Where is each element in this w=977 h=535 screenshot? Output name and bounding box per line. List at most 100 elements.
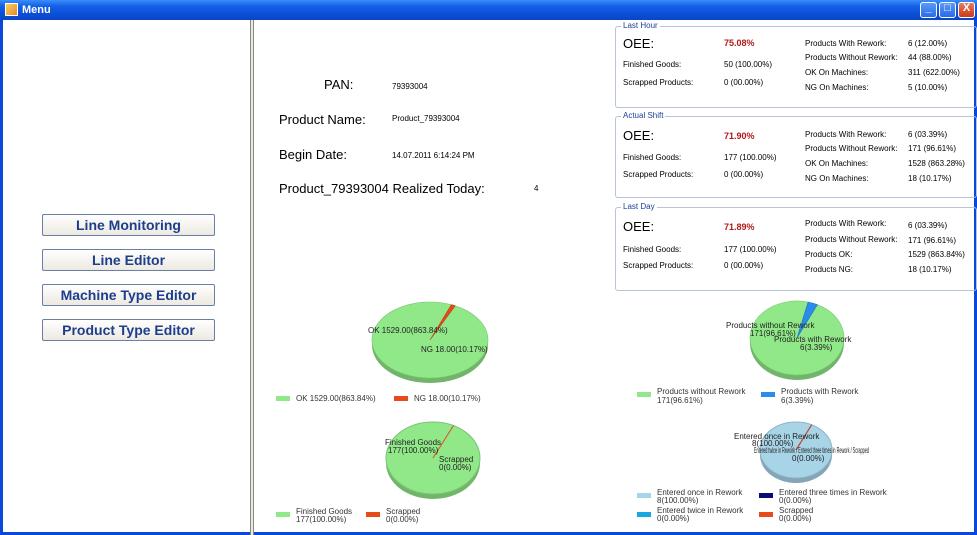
app-icon (5, 3, 18, 16)
legend-swatch-entered-once (637, 493, 651, 498)
with-rework-slice-label-value: 6(3.39%) (800, 343, 833, 352)
close-button[interactable]: X (958, 2, 975, 18)
legend-swatch-entered-scrapped (759, 512, 773, 517)
products-with-rework-label: Products With Rework: (805, 130, 887, 139)
realized-today-label: Product_79393004 Realized Today: (279, 181, 485, 196)
products-with-rework-value: 6 (03.39%) (908, 221, 948, 230)
line-monitoring-button[interactable]: Line Monitoring (42, 214, 215, 236)
products-without-rework-value: 44 (88.00%) (908, 53, 952, 62)
minimize-button[interactable]: _ (920, 2, 937, 18)
finished-goods-label: Finished Goods: (623, 153, 682, 162)
products-without-rework-label: Products Without Rework: (805, 235, 898, 244)
product-name-label: Product Name: (279, 112, 366, 127)
product-type-editor-button[interactable]: Product Type Editor (42, 319, 215, 341)
rework-pie-chart: Products without Rework 171(96.61%) Prod… (726, 300, 852, 380)
realized-today-value: 4 (534, 184, 539, 193)
scrapped-products-label: Scrapped Products: (623, 261, 694, 270)
products-without-rework-value: 171 (96.61%) (908, 144, 957, 153)
ok-on-machines-value: 1528 (863.28%) (908, 159, 965, 168)
products-with-rework-label: Products With Rework: (805, 219, 887, 228)
products-ng-label: Products NG: (805, 265, 854, 274)
finished-goods-value: 177 (100.00%) (724, 245, 777, 254)
legend-scrapped-value: 0(0.00%) (386, 515, 419, 524)
legend-entered-three-value: 0(0.00%) (779, 496, 812, 505)
oee-value: 71.89% (724, 222, 755, 232)
legend-without-rework-name: Products without Rework (657, 387, 746, 396)
oee-label: OEE: (623, 219, 655, 234)
maximize-button[interactable]: □ (939, 2, 956, 18)
legend-with-rework-value: 6(3.39%) (781, 396, 814, 405)
ng-on-machines-value: 18 (10.17%) (908, 174, 952, 183)
products-with-rework-value: 6 (03.39%) (908, 130, 948, 139)
legend-swatch-entered-twice (637, 512, 651, 517)
ng-on-machines-value: 5 (10.00%) (908, 83, 948, 92)
ok-on-machines-label: OK On Machines: (805, 159, 869, 168)
legend-swatch-with-rework (761, 392, 775, 397)
splitter[interactable] (250, 20, 254, 535)
legend-entered-once-value: 8(100.00%) (657, 496, 699, 505)
scrapped-products-label: Scrapped Products: (623, 170, 694, 179)
oee-value: 71.90% (724, 131, 755, 141)
pan-value: 79393004 (392, 82, 428, 91)
finished-goods-value: 177 (100.00%) (724, 153, 777, 162)
products-ng-value: 18 (10.17%) (908, 265, 952, 274)
products-with-rework-value: 6 (12.00%) (908, 39, 948, 48)
products-without-rework-label: Products Without Rework: (805, 53, 898, 62)
scrapped-products-value: 0 (00.00%) (724, 78, 764, 87)
sidebar: Line Monitoring Line Editor Machine Type… (3, 20, 250, 532)
products-ok-value: 1529 (863.84%) (908, 250, 965, 259)
legend-entered-twice-value: 0(0.00%) (657, 514, 690, 523)
title-bar[interactable]: Menu _ □ X (0, 0, 977, 20)
finished-goods-slice-label-value: 177(100.00%) (388, 446, 439, 455)
maximize-icon: □ (944, 2, 951, 14)
ng-on-machines-label: NG On Machines: (805, 83, 869, 92)
machine-type-editor-button[interactable]: Machine Type Editor (42, 284, 215, 306)
ok-on-machines-value: 311 (622.00%) (908, 68, 960, 77)
legend-entered-scrapped-value: 0(0.00%) (779, 514, 812, 523)
legend-swatch-ok (276, 396, 290, 401)
legend-swatch-finished-goods (276, 512, 290, 517)
ng-slice-label: NG 18.00(10.17%) (421, 345, 488, 354)
oee-label: OEE: (623, 128, 655, 143)
scrapped-products-value: 0 (00.00%) (724, 261, 764, 270)
line-editor-button[interactable]: Line Editor (42, 249, 215, 271)
actual-shift-group: Actual Shift OEE: 71.90% Finished Goods:… (615, 111, 977, 198)
legend-ok: OK 1529.00(863.84%) (296, 394, 376, 403)
main-window: Menu _ □ X Line Monitoring Line Editor M… (0, 0, 977, 535)
legend-with-rework-name: Products with Rework (781, 387, 859, 396)
products-without-rework-value: 171 (96.61%) (908, 236, 957, 245)
legend-without-rework-value: 171(96.61%) (657, 396, 703, 405)
legend-ng: NG 18.00(10.17%) (414, 394, 481, 403)
products-without-rework-label: Products Without Rework: (805, 144, 898, 153)
close-icon: X (962, 2, 971, 14)
last-day-group: Last Day OEE: 71.89% Finished Goods: 177… (615, 202, 977, 291)
finished-goods-pie-chart: Finished Goods 177(100.00%) Scrapped 0(0… (385, 421, 481, 499)
last-hour-group: Last Hour OEE: 75.08% Finished Goods: 50… (615, 21, 977, 108)
finished-goods-label: Finished Goods: (623, 60, 682, 69)
oee-label: OEE: (623, 36, 655, 51)
legend-swatch-entered-three (759, 493, 773, 498)
last-hour-title: Last Hour (621, 21, 660, 30)
legend-finished-goods-value: 177(100.00%) (296, 515, 347, 524)
legend-swatch-without-rework (637, 392, 651, 397)
product-name-value: Product_79393004 (392, 114, 460, 123)
scrapped-slice-label-value: 0(0.00%) (439, 463, 472, 472)
legend-swatch-ng (394, 396, 408, 401)
begin-date-label: Begin Date: (279, 147, 347, 162)
actual-shift-title: Actual Shift (621, 111, 666, 120)
scrapped-products-value: 0 (00.00%) (724, 170, 764, 179)
ok-slice-label: OK 1529.00(863.84%) (368, 326, 448, 335)
ng-on-machines-label: NG On Machines: (805, 174, 869, 183)
entered-rework-pie-chart: Entered once in Rework 8(100.00%) Entere… (734, 421, 869, 483)
ok-ng-pie-chart: OK 1529.00(863.84%) NG 18.00(10.17%) (368, 301, 489, 383)
finished-goods-label: Finished Goods: (623, 245, 682, 254)
zero-slice-label-value: 0(0.00%) (792, 454, 825, 463)
ok-on-machines-label: OK On Machines: (805, 68, 869, 77)
minimize-icon: _ (925, 2, 932, 14)
ok-ng-pie-group (371, 301, 489, 383)
products-ok-label: Products OK: (805, 250, 853, 259)
products-with-rework-label: Products With Rework: (805, 39, 887, 48)
scrapped-products-label: Scrapped Products: (623, 78, 694, 87)
finished-goods-value: 50 (100.00%) (724, 60, 773, 69)
window-title: Menu (22, 4, 51, 16)
